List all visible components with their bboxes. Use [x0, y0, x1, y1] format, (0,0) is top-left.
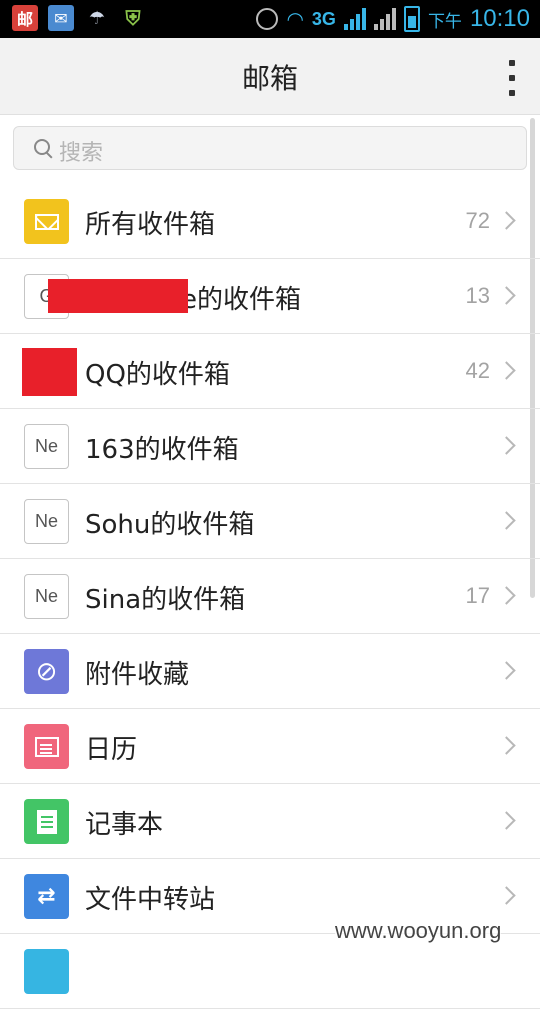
- network-type: 3G: [311, 8, 336, 29]
- transfer-icon: ⇄: [24, 874, 69, 919]
- chevron-right-icon: [497, 361, 516, 380]
- watermark: www.wooyun.org: [335, 918, 502, 944]
- qq-icon: [22, 348, 77, 396]
- mail-icon: [24, 199, 69, 244]
- weather-icon: ☂: [88, 7, 106, 29]
- calendar-icon: [24, 724, 69, 769]
- search-icon: [34, 139, 50, 155]
- mailbox-list: 所有收件箱 72 G e的收件箱 13 QQ的收件箱 42 Ne 163的收件箱…: [0, 184, 540, 1009]
- list-item-label: Sina的收件箱: [85, 585, 246, 615]
- chevron-right-icon: [497, 886, 516, 905]
- chevron-right-icon: [497, 586, 516, 605]
- alarm-icon: [256, 8, 279, 30]
- letter-icon: Ne: [24, 499, 69, 544]
- status-bar: 邮 ✉ ☂ ⛨ ◠ 3G 下午 10:10: [0, 0, 540, 38]
- email-notification-icon: ✉: [48, 5, 74, 31]
- letter-icon: Ne: [24, 424, 69, 469]
- chevron-right-icon: [497, 736, 516, 755]
- list-item-partial[interactable]: [0, 934, 540, 1009]
- signal-icon: [343, 8, 366, 30]
- list-item-all-inbox[interactable]: 所有收件箱 72: [0, 184, 540, 259]
- folder-icon: [24, 949, 69, 994]
- page-title: 邮箱: [241, 62, 298, 95]
- unread-count: 13: [465, 283, 490, 308]
- list-item-label: 日历: [85, 735, 138, 765]
- battery-icon: [403, 6, 420, 32]
- list-item-label: 记事本: [85, 810, 164, 840]
- list-item-sina-inbox[interactable]: Ne Sina的收件箱 17: [0, 559, 540, 634]
- list-item-label: Sohu的收件箱: [85, 510, 255, 540]
- chevron-right-icon: [497, 211, 516, 230]
- search-placeholder: 搜索: [59, 141, 104, 166]
- status-time: 10:10: [469, 5, 530, 32]
- signal-2-icon: [373, 8, 396, 30]
- letter-icon: Ne: [24, 574, 69, 619]
- mail-app-notification-icon: 邮: [12, 5, 38, 31]
- search-input[interactable]: 搜索: [13, 126, 527, 170]
- wifi-icon: ◠: [286, 7, 304, 31]
- list-item-calendar[interactable]: 日历: [0, 709, 540, 784]
- list-item-attachments[interactable]: ⊘ 附件收藏: [0, 634, 540, 709]
- unread-count: 72: [465, 208, 490, 233]
- status-ampm: 下午: [427, 11, 462, 32]
- list-item-qq-inbox[interactable]: QQ的收件箱 42: [0, 334, 540, 409]
- overflow-menu-icon[interactable]: [506, 60, 518, 96]
- action-bar: 邮箱: [0, 38, 540, 115]
- list-item-label: 附件收藏: [85, 660, 190, 690]
- notepad-icon: [24, 799, 69, 844]
- list-item-notepad[interactable]: 记事本: [0, 784, 540, 859]
- chevron-right-icon: [497, 286, 516, 305]
- unread-count: 42: [465, 358, 490, 383]
- list-item-sohu-inbox[interactable]: Ne Sohu的收件箱: [0, 484, 540, 559]
- list-item-label: e的收件箱: [181, 285, 301, 315]
- list-item-account-inbox[interactable]: G e的收件箱 13: [0, 259, 540, 334]
- redaction-mark: [48, 279, 188, 313]
- chevron-right-icon: [497, 811, 516, 830]
- chevron-right-icon: [497, 436, 516, 455]
- list-item-163-inbox[interactable]: Ne 163的收件箱: [0, 409, 540, 484]
- list-item-label: 所有收件箱: [85, 210, 216, 240]
- list-item-label: 文件中转站: [85, 885, 216, 915]
- chevron-right-icon: [497, 511, 516, 530]
- unread-count: 17: [465, 583, 490, 608]
- list-item-label: QQ的收件箱: [85, 360, 230, 390]
- paperclip-icon: ⊘: [24, 649, 69, 694]
- list-item-label: 163的收件箱: [85, 435, 239, 465]
- chevron-right-icon: [497, 661, 516, 680]
- shield-icon: ⛨: [125, 6, 141, 30]
